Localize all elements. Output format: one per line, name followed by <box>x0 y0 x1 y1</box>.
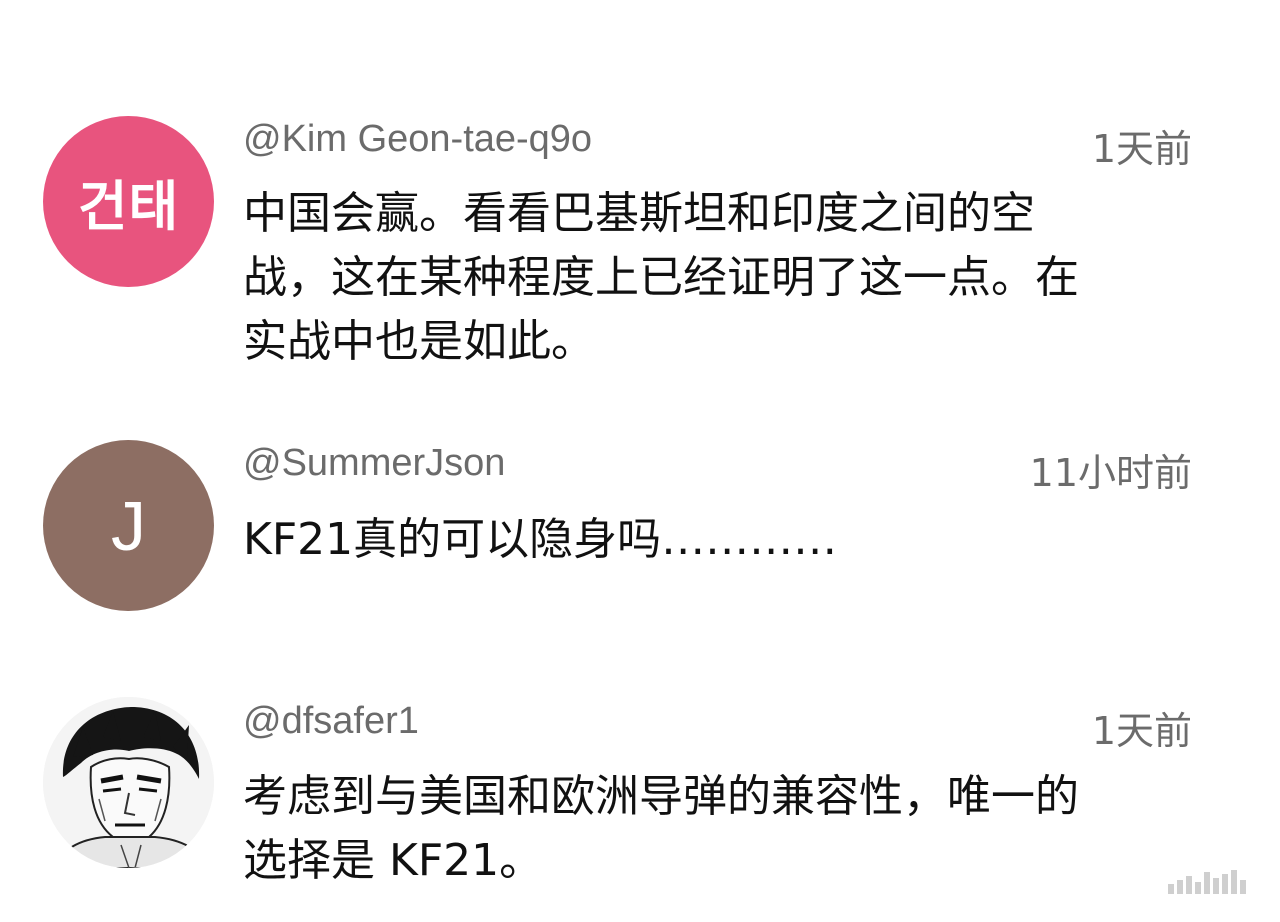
comment-text-line: 实战中也是如此。 <box>243 316 595 367</box>
comment-text-line: 考虑到与美国和欧洲导弹的兼容性，唯一的 <box>243 771 1079 822</box>
watermark-icon <box>1168 868 1256 894</box>
comment-author-handle[interactable]: @SummerJson <box>243 442 505 485</box>
comment-text-line: 选择是 KF21。 <box>243 835 544 886</box>
comment-text-line: 中国会赢。看看巴基斯坦和印度之间的空 <box>243 188 1035 239</box>
comments-page: 건태 @Kim Geon-tae-q9o 1天前 中国会赢。看看巴基斯坦和印度之… <box>0 0 1280 922</box>
comment-timestamp: 11小时前 <box>1029 451 1192 495</box>
comment-text: 中国会赢。看看巴基斯坦和印度之间的空 战，这在某种程度上已经证明了这一点。在 实… <box>243 182 1203 374</box>
comment-text-line: KF21真的可以隐身吗………… <box>243 514 838 565</box>
avatar[interactable] <box>43 697 214 868</box>
avatar[interactable]: 건태 <box>43 116 214 287</box>
comment-text: KF21真的可以隐身吗………… <box>243 508 1203 572</box>
avatar[interactable]: J <box>43 440 214 611</box>
comment-author-handle[interactable]: @Kim Geon-tae-q9o <box>243 118 592 161</box>
manga-face-avatar-icon <box>43 697 214 868</box>
avatar-initials: J <box>111 486 146 565</box>
comment-timestamp: 1天前 <box>1091 709 1192 753</box>
comment-author-handle[interactable]: @dfsafer1 <box>243 700 419 743</box>
comment-timestamp: 1天前 <box>1091 127 1192 171</box>
comment-text-line: 战，这在某种程度上已经证明了这一点。在 <box>243 252 1079 303</box>
comment-text: 考虑到与美国和欧洲导弹的兼容性，唯一的 选择是 KF21。 <box>243 765 1203 893</box>
avatar-initials: 건태 <box>77 175 180 238</box>
